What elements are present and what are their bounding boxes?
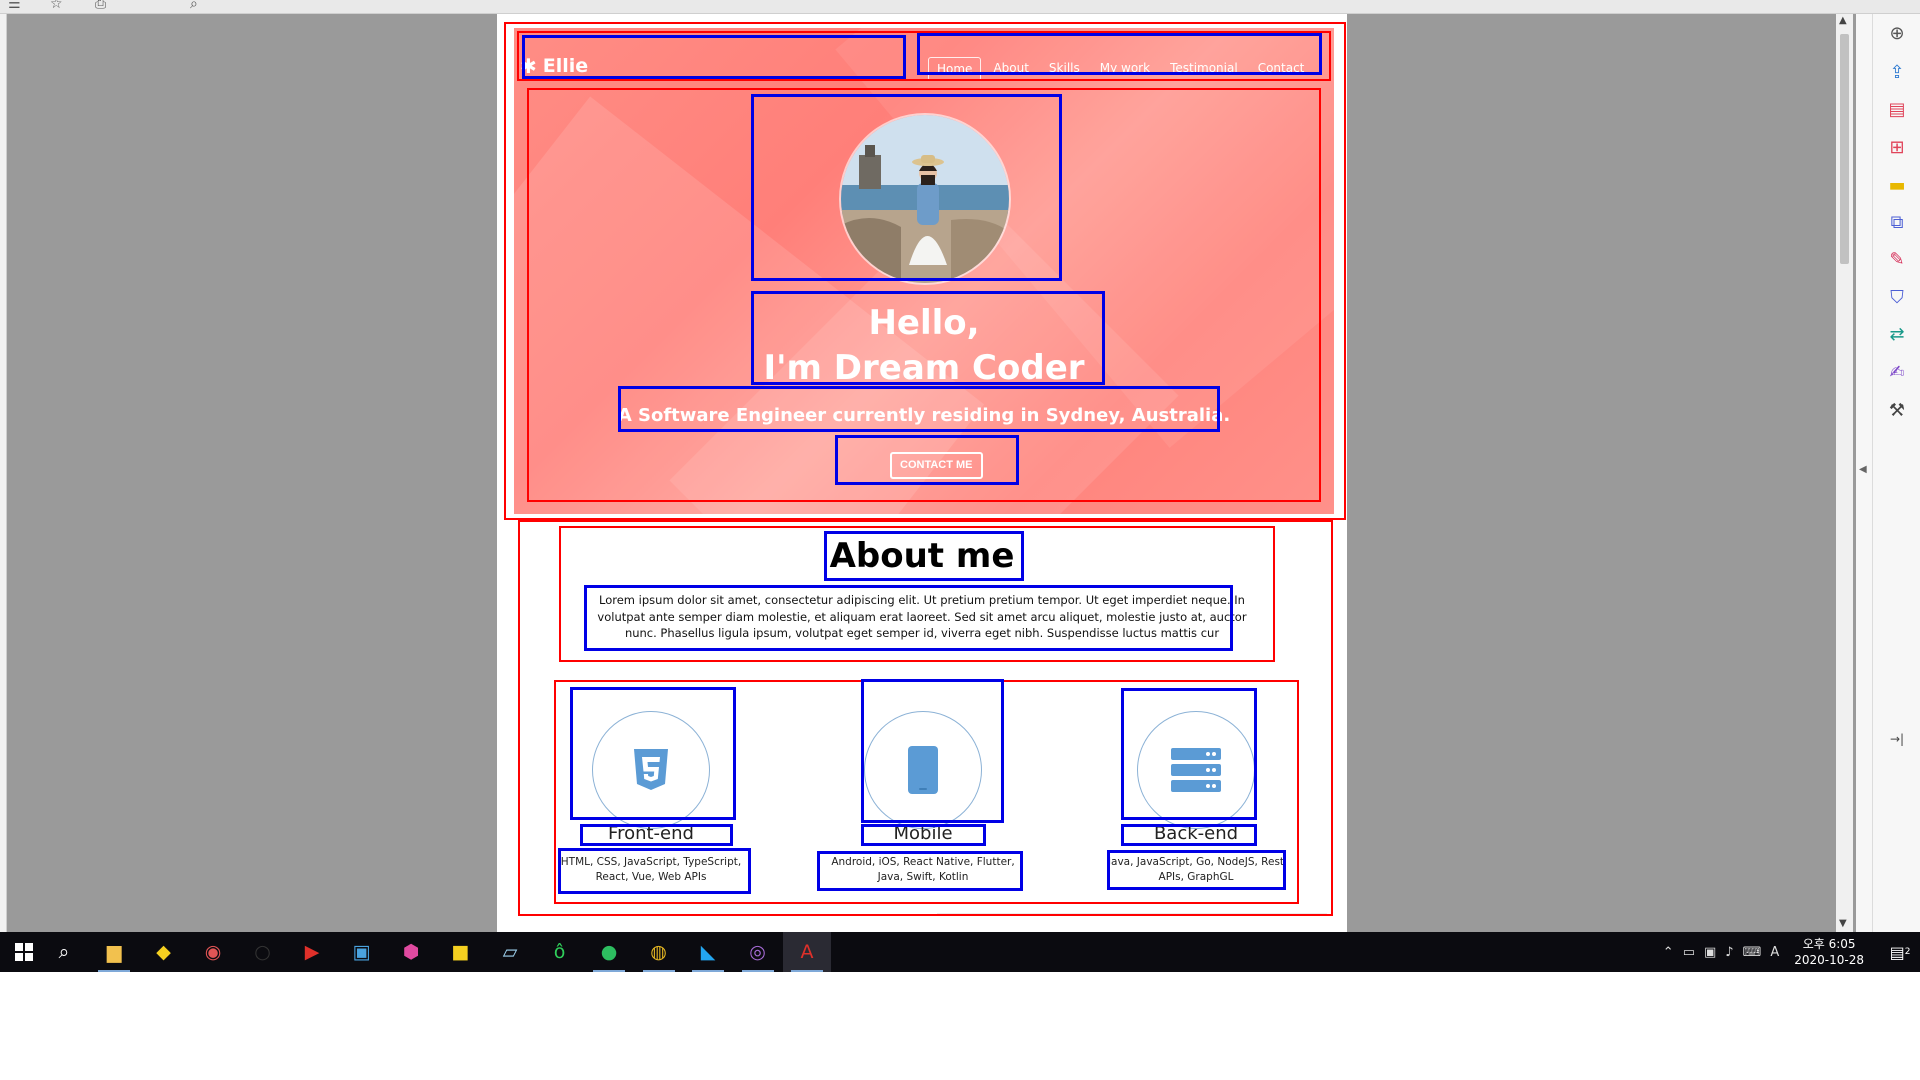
skill-mobile-circle xyxy=(864,711,982,829)
skill-desc-mobile: Android, iOS, React Native, Flutter, Jav… xyxy=(831,856,1015,883)
search-icon[interactable]: ⌕ xyxy=(190,0,198,12)
menu-icon[interactable]: ☰ xyxy=(8,0,21,12)
green-app-icon[interactable]: ô xyxy=(536,932,584,972)
security-app-icon[interactable]: ⬢ xyxy=(387,932,435,972)
taskbar: ⌕ ⌃ ▭ ▣ ♪ ⌨ A 오후 6:05 2020-10-28 ▤ 2 ▆ ◆ ◉ ○… xyxy=(0,932,1920,972)
network-icon[interactable]: ▣ xyxy=(1704,945,1716,960)
notepad-app-icon[interactable]: ▱ xyxy=(486,932,534,972)
caret-left-icon[interactable]: ◀ xyxy=(1859,464,1867,475)
viewer-toolbar: ☰ ☆ ⎙ ⌕ xyxy=(0,0,1920,14)
organize-pages-icon[interactable]: ▤ xyxy=(1884,96,1910,122)
create-pdf-icon[interactable]: ⊞ xyxy=(1884,134,1910,160)
chevron-up-icon[interactable]: ⌃ xyxy=(1663,945,1674,960)
hero-title: Hello, I'm Dream Coder xyxy=(514,301,1334,391)
hero-title-line1: Hello, xyxy=(868,303,980,343)
about-description: Lorem ipsum dolor sit amet, consectetur … xyxy=(597,593,1247,640)
vscode-icon[interactable]: ◣ xyxy=(684,932,732,972)
request-signature-icon[interactable]: ✍ xyxy=(1884,359,1910,385)
brand-name: Ellie xyxy=(542,55,589,77)
nav-item-testimonial[interactable]: Testimonial xyxy=(1162,57,1246,81)
pdf-page: ✱ Ellie Home About Skills My work Testim… xyxy=(497,14,1347,932)
brand-logo[interactable]: ✱ Ellie xyxy=(520,54,588,78)
windows-icon xyxy=(15,943,33,961)
volume-icon[interactable]: ♪ xyxy=(1725,945,1733,960)
mobile-icon xyxy=(908,746,938,794)
chrome-icon[interactable]: ◍ xyxy=(635,932,683,972)
ime-indicator[interactable]: A xyxy=(1770,945,1779,960)
skill-desc-backend: Java, JavaScript, Go, NodeJS, Rest APIs,… xyxy=(1107,856,1285,883)
scrollbar-thumb[interactable] xyxy=(1840,34,1849,264)
more-tools-icon[interactable]: ⚒ xyxy=(1884,397,1910,423)
nav-item-my-work[interactable]: My work xyxy=(1092,57,1158,81)
nav-item-skills[interactable]: Skills xyxy=(1041,57,1088,81)
page-divider xyxy=(937,913,1327,914)
left-panel-strip xyxy=(0,14,7,932)
media-player-icon[interactable]: ▶ xyxy=(288,932,336,972)
clock-ampm: 오후 xyxy=(1802,937,1825,951)
zoom-icon[interactable]: ⊕ xyxy=(1884,20,1910,46)
skill-title-backend: Back-end xyxy=(1153,823,1239,844)
navbar-menu: Home About Skills My work Testimonial Co… xyxy=(928,57,1312,81)
acrobat-icon[interactable]: A xyxy=(783,932,831,972)
protect-icon[interactable]: ⛉ xyxy=(1884,284,1910,310)
nav-item-about[interactable]: About xyxy=(985,57,1036,81)
about-title: About me xyxy=(829,536,1015,576)
circle-app-icon[interactable]: ○ xyxy=(239,932,287,972)
comment-icon[interactable]: ▬ xyxy=(1884,172,1910,198)
nav-item-home[interactable]: Home xyxy=(928,57,982,81)
evernote-icon[interactable]: ● xyxy=(585,932,633,972)
html5-icon xyxy=(634,749,668,790)
skill-title-frontend: Front-end xyxy=(608,823,694,844)
notification-center-button[interactable]: ▤ 2 xyxy=(1880,932,1920,972)
skill-desc-frontend: HTML, CSS, JavaScript, TypeScript, React… xyxy=(560,856,742,883)
fill-sign-icon[interactable]: ✎ xyxy=(1884,246,1910,272)
print-icon[interactable]: ⎙ xyxy=(95,0,106,12)
scroll-up-icon[interactable]: ▲ xyxy=(1839,15,1847,26)
clock-time: 6:05 xyxy=(1828,937,1856,951)
sticky-app-icon[interactable]: ◆ xyxy=(140,932,188,972)
keyboard-icon[interactable]: ⌨ xyxy=(1743,945,1762,960)
contact-me-button[interactable]: CONTACT ME xyxy=(890,452,983,479)
star-logo-icon: ✱ xyxy=(520,54,537,78)
export-pdf-icon[interactable]: ⇪ xyxy=(1884,59,1910,85)
panel-toggle[interactable]: ◀ xyxy=(1856,14,1872,932)
system-tray: ⌃ ▭ ▣ ♪ ⌨ A 오후 6:05 2020-10-28 ▤ 2 xyxy=(1663,932,1920,972)
hero-section: ✱ Ellie Home About Skills My work Testim… xyxy=(514,28,1334,514)
send-for-review-icon[interactable]: ⇄ xyxy=(1884,321,1910,347)
store-app-icon[interactable]: ▣ xyxy=(338,932,386,972)
pdf-viewer: ☰ ☆ ⎙ ⌕ ✱ Ellie Home About Skills My wor… xyxy=(0,0,1920,932)
server-icon xyxy=(1171,748,1221,792)
vertical-scrollbar[interactable]: ▲ ▼ xyxy=(1836,14,1853,932)
avatar-photo xyxy=(841,115,1009,283)
hero-subtitle: A Software Engineer currently residing i… xyxy=(617,405,1231,426)
clock[interactable]: 오후 6:05 2020-10-28 xyxy=(1794,936,1864,968)
tools-rail: ⊕ ⇪ ▤ ⊞ ▬ ⧉ ✎ ⛉ ⇄ ✍ ⚒ →| xyxy=(1872,14,1920,932)
sticky-notes-icon[interactable]: ■ xyxy=(437,932,485,972)
scroll-down-icon[interactable]: ▼ xyxy=(1839,918,1847,929)
search-icon[interactable]: ⌕ xyxy=(40,932,88,972)
combine-files-icon[interactable]: ⧉ xyxy=(1884,209,1910,235)
notification-icon: ▤ xyxy=(1889,942,1905,962)
nav-item-contact[interactable]: Contact xyxy=(1250,57,1313,81)
paint-app-icon[interactable]: ◉ xyxy=(189,932,237,972)
skill-backend-circle xyxy=(1137,711,1255,829)
notification-count: 2 xyxy=(1904,947,1911,957)
battery-icon[interactable]: ▭ xyxy=(1683,945,1695,960)
file-explorer-icon[interactable]: ▆ xyxy=(90,932,138,972)
hero-title-line2: I'm Dream Coder xyxy=(763,348,1085,388)
clock-date: 2020-10-28 xyxy=(1794,953,1864,967)
skill-title-mobile: Mobile xyxy=(893,823,953,844)
star-icon[interactable]: ☆ xyxy=(50,0,63,12)
skill-frontend-circle xyxy=(592,711,710,829)
avatar xyxy=(839,113,1011,285)
collapse-panel-icon[interactable]: →| xyxy=(1884,726,1910,752)
purple-app-icon[interactable]: ◎ xyxy=(734,932,782,972)
